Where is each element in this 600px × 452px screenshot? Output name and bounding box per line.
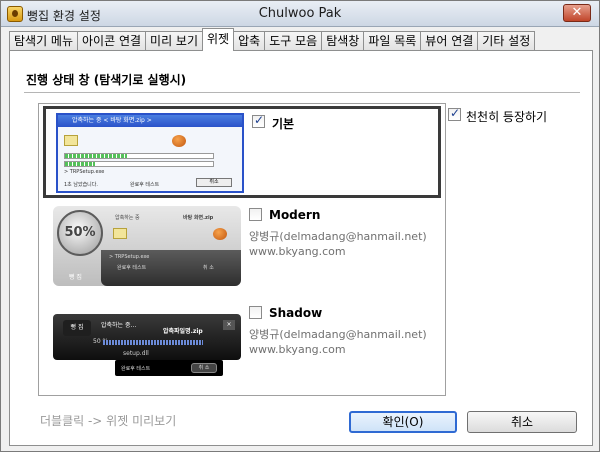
tab-viewer-association[interactable]: 뷰어 연결 bbox=[420, 31, 479, 51]
modern-title: 압축하는 중 bbox=[115, 215, 140, 221]
slide-in-label[interactable]: 천천히 등장하기 bbox=[466, 108, 547, 125]
double-click-hint: 더블클릭 -> 위젯 미리보기 bbox=[40, 414, 177, 428]
shadow-option: 완료후 테스트 bbox=[121, 366, 151, 372]
tab-explorer-menu[interactable]: 탐색기 메뉴 bbox=[9, 31, 79, 51]
shadow-brand: 뻥 집 bbox=[63, 320, 91, 336]
shadow-cancel: 취 소 bbox=[191, 363, 217, 373]
modern-brand: 뻥 집 bbox=[69, 274, 82, 281]
tab-other-settings[interactable]: 기타 설정 bbox=[477, 31, 536, 51]
tab-icon-association[interactable]: 아이콘 연결 bbox=[77, 31, 147, 51]
close-icon: × bbox=[223, 320, 235, 330]
section-divider bbox=[24, 92, 580, 93]
skin-item-shadow[interactable]: 뻥 집 압축하는 중... 압축파일명.zip 50 % setup.dll ×… bbox=[43, 300, 441, 392]
skin-item-modern[interactable]: 50% 압축하는 중 바탕 화면.zip > TRPSetup.exe 완료후 … bbox=[43, 202, 441, 294]
preview-option: 완료후 테스트 bbox=[130, 182, 160, 188]
skin-site-modern: www.bkyang.com bbox=[249, 245, 346, 258]
skin-name-shadow: Shadow bbox=[269, 306, 323, 320]
window-center-title: Chulwoo Pak bbox=[258, 6, 342, 21]
title-bar[interactable]: 뻥집 환경 설정 Chulwoo Pak ✕ bbox=[1, 1, 599, 27]
tab-compression[interactable]: 압축 bbox=[233, 31, 266, 51]
shadow-tray: 완료후 테스트 취 소 bbox=[115, 360, 223, 376]
settings-window: 뻥집 환경 설정 Chulwoo Pak ✕ 탐색기 메뉴 아이콘 연결 미리 … bbox=[0, 0, 600, 452]
section-heading: 진행 상태 창 (탐색기로 실행시) bbox=[26, 73, 187, 87]
shadow-progress-bar bbox=[103, 340, 203, 345]
modern-archive: 바탕 화면.zip bbox=[183, 215, 214, 221]
orange-ball-icon bbox=[213, 228, 227, 240]
tab-toolbar[interactable]: 도구 모음 bbox=[264, 31, 323, 51]
preview-cancel: 취소 bbox=[196, 178, 232, 187]
skin-item-basic[interactable]: 압축하는 중 < 바탕 화면.zip > > TRPSetup.exe 1초 남… bbox=[43, 106, 441, 198]
modern-percent-dial: 50% bbox=[57, 210, 103, 256]
tab-preview[interactable]: 미리 보기 bbox=[145, 31, 204, 51]
shadow-title: 압축하는 중... bbox=[101, 322, 137, 329]
folder-icon bbox=[64, 135, 78, 146]
orange-ball-icon bbox=[172, 135, 186, 147]
cancel-button[interactable]: 취소 bbox=[467, 411, 577, 433]
preview-title: 압축하는 중 < 바탕 화면.zip > bbox=[58, 115, 242, 127]
close-button[interactable]: ✕ bbox=[563, 4, 591, 22]
preview-progress-bar bbox=[64, 153, 214, 159]
modern-file: > TRPSetup.exe bbox=[109, 254, 150, 260]
preview-remaining: 1초 남았습니다. bbox=[64, 182, 98, 188]
shadow-file: setup.dll bbox=[123, 350, 149, 357]
skin-author-shadow: 양병규(delmadang@hanmail.net) bbox=[249, 328, 427, 341]
tab-strip: 탐색기 메뉴 아이콘 연결 미리 보기 위젯 압축 도구 모음 탐색창 파일 목… bbox=[9, 28, 536, 51]
skin-name-basic: 기본 bbox=[272, 117, 295, 131]
preview-total-bar bbox=[64, 161, 214, 167]
slide-in-checkbox[interactable] bbox=[448, 106, 461, 121]
skin-preview-modern: 50% 압축하는 중 바탕 화면.zip > TRPSetup.exe 완료후 … bbox=[53, 206, 241, 286]
skin-checkbox-modern[interactable] bbox=[249, 208, 262, 221]
preview-file: > TRPSetup.exe bbox=[64, 169, 105, 175]
skin-preview-basic: 압축하는 중 < 바탕 화면.zip > > TRPSetup.exe 1초 남… bbox=[56, 113, 244, 193]
shadow-archive: 압축파일명.zip bbox=[163, 328, 203, 335]
folder-icon bbox=[113, 228, 127, 239]
skin-name-modern: Modern bbox=[269, 208, 321, 222]
shadow-body: 뻥 집 압축하는 중... 압축파일명.zip 50 % setup.dll × bbox=[53, 314, 241, 360]
tab-file-list[interactable]: 파일 목록 bbox=[363, 31, 422, 51]
widget-panel: 진행 상태 창 (탐색기로 실행시) 압축하는 중 < 바탕 화면.zip > … bbox=[9, 50, 593, 446]
modern-cancel: 취 소 bbox=[203, 265, 214, 271]
skin-site-shadow: www.bkyang.com bbox=[249, 343, 346, 356]
skin-author-modern: 양병규(delmadang@hanmail.net) bbox=[249, 230, 427, 243]
skin-checkbox-basic[interactable] bbox=[252, 113, 265, 128]
skin-preview-shadow: 뻥 집 압축하는 중... 압축파일명.zip 50 % setup.dll ×… bbox=[53, 304, 241, 384]
tab-navigator[interactable]: 탐색창 bbox=[321, 31, 365, 51]
ok-button[interactable]: 확인(O) bbox=[349, 411, 457, 433]
skin-list[interactable]: 압축하는 중 < 바탕 화면.zip > > TRPSetup.exe 1초 남… bbox=[38, 103, 446, 396]
modern-option: 완료후 테스트 bbox=[117, 265, 147, 271]
skin-checkbox-shadow[interactable] bbox=[249, 306, 262, 319]
tab-widget[interactable]: 위젯 bbox=[202, 28, 235, 51]
